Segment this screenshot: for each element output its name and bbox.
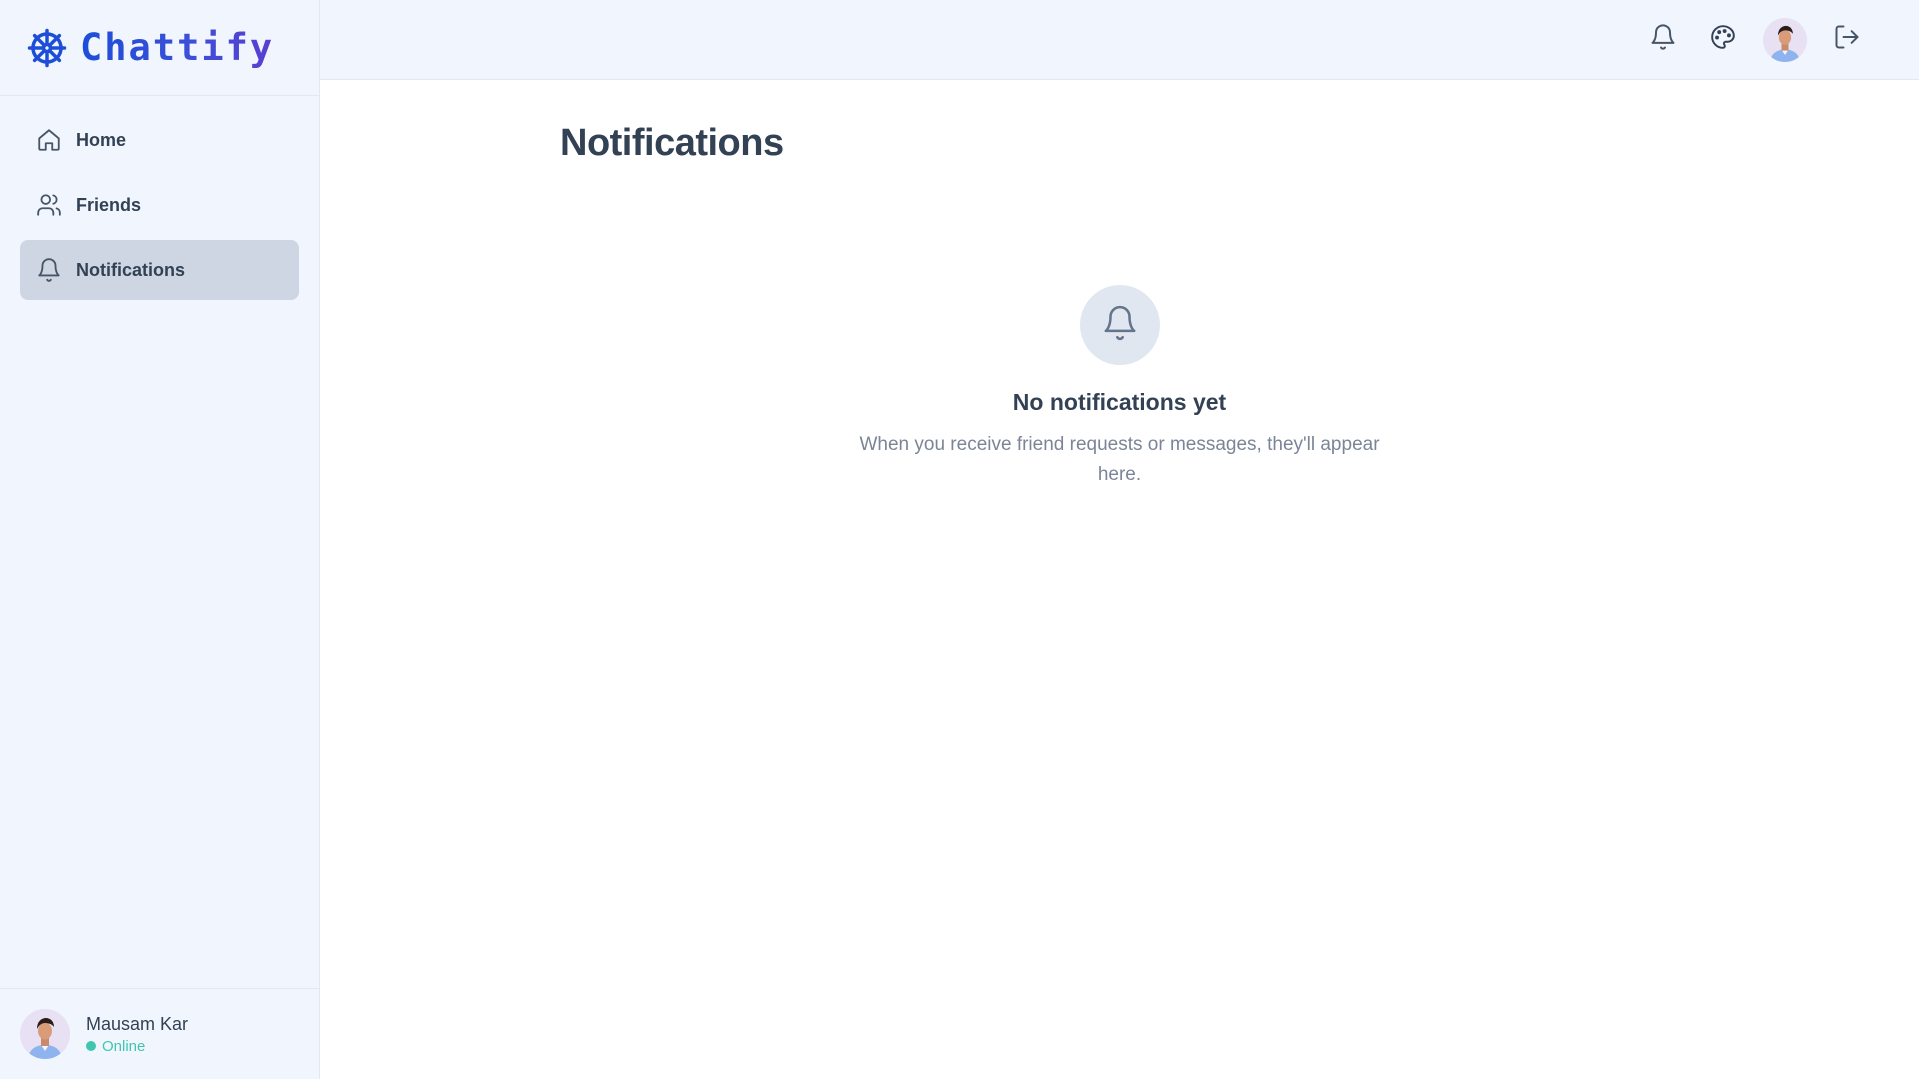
current-user[interactable]: Mausam Kar Online	[0, 988, 319, 1079]
sidebar-item-label: Home	[76, 129, 127, 150]
empty-state-icon-circle	[1079, 285, 1160, 365]
palette-icon	[1710, 24, 1736, 55]
user-name: Mausam Kar	[86, 1013, 189, 1034]
bell-icon	[1101, 304, 1139, 347]
status-dot	[86, 1041, 96, 1051]
app-root: Chattify Home Friends Notifications Maus…	[0, 0, 1919, 1079]
sidebar-item-label: Friends	[76, 194, 142, 215]
brand[interactable]: Chattify	[0, 0, 319, 96]
page-content: Notifications	[320, 80, 1919, 165]
empty-state-title: No notifications yet	[1012, 389, 1227, 415]
bell-icon	[36, 257, 62, 283]
notifications-button[interactable]	[1643, 20, 1683, 60]
brand-name: Chattify	[80, 26, 275, 69]
sidebar: Chattify Home Friends Notifications Maus…	[0, 0, 320, 1079]
empty-state: No notifications yet When you receive fr…	[320, 285, 1919, 490]
page-title: Notifications	[560, 122, 784, 164]
bell-icon	[1649, 23, 1677, 56]
user-status: Online	[86, 1038, 188, 1055]
user-status-label: Online	[102, 1037, 146, 1055]
logout-button[interactable]	[1827, 20, 1867, 60]
ship-wheel-icon	[26, 27, 68, 69]
main-area: Notifications No notifications yet When …	[320, 0, 1919, 1079]
home-icon	[36, 127, 62, 153]
profile-avatar[interactable]	[1763, 17, 1807, 62]
sidebar-nav: Home Friends Notifications	[0, 96, 319, 300]
theme-button[interactable]	[1703, 20, 1743, 60]
logout-icon	[1833, 23, 1861, 56]
sidebar-item-notifications[interactable]: Notifications	[20, 240, 299, 300]
sidebar-item-home[interactable]: Home	[20, 110, 299, 170]
sidebar-item-friends[interactable]: Friends	[20, 175, 299, 235]
topbar	[320, 0, 1919, 80]
sidebar-item-label: Notifications	[76, 259, 186, 280]
empty-state-description: When you receive friend requests or mess…	[859, 434, 1380, 485]
user-info: Mausam Kar Online	[86, 1014, 188, 1055]
users-icon	[36, 192, 62, 218]
avatar	[20, 1009, 70, 1059]
